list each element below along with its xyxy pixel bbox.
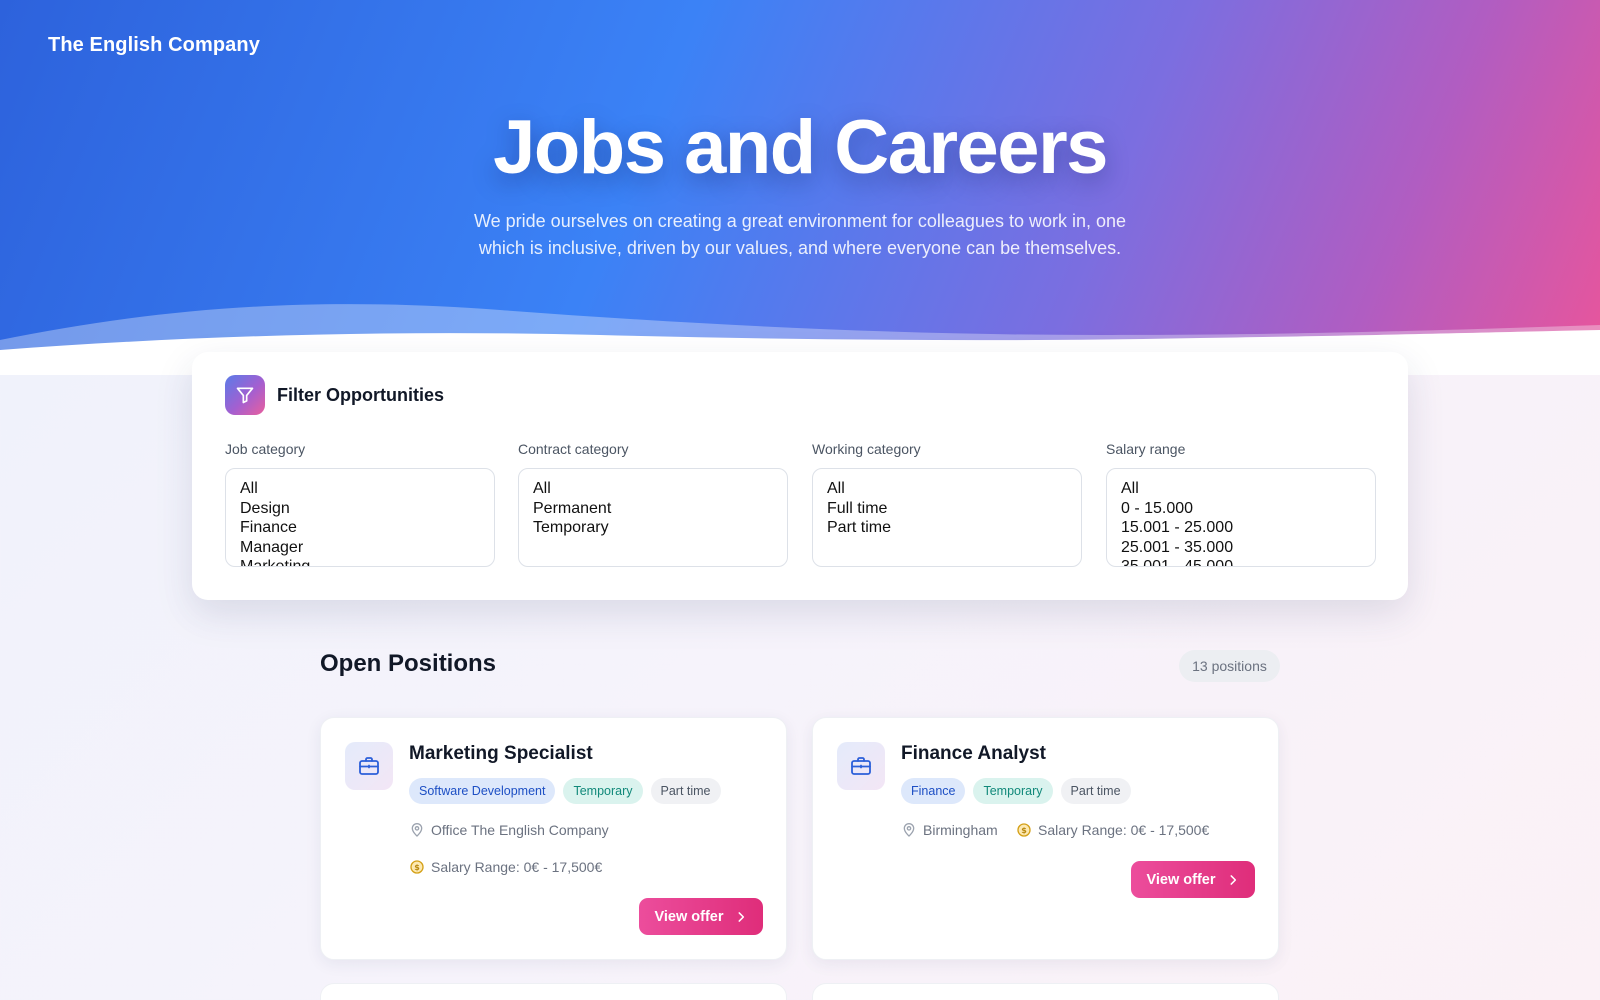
select-option[interactable]: Marketing — [240, 557, 480, 566]
select-option[interactable]: Manager — [240, 538, 480, 558]
job-category-select[interactable]: All Design Finance Manager Marketing — [225, 468, 495, 567]
select-option[interactable]: All — [240, 479, 480, 499]
location-pin-icon — [903, 823, 915, 837]
hero-banner: The English Company Jobs and Careers We … — [0, 0, 1600, 375]
working-time-tag: Part time — [650, 778, 721, 804]
salary-range-label: Salary range — [1106, 441, 1186, 457]
working-time-tag: Part time — [1060, 778, 1131, 804]
contract-tag: Temporary — [563, 778, 643, 804]
select-option[interactable]: 0 - 15.000 — [1121, 499, 1361, 519]
job-salary-text: Salary Range: 0€ - 17,500€ — [431, 859, 603, 875]
salary-coin-icon: $ — [1017, 823, 1031, 837]
select-option[interactable]: All — [1121, 479, 1361, 499]
view-offer-label: View offer — [1146, 871, 1216, 888]
brand-logo-text[interactable]: The English Company — [48, 34, 260, 57]
job-location: Office The English Company — [409, 822, 609, 838]
job-card[interactable]: Finance Analyst Finance Temporary Part t… — [812, 717, 1279, 960]
salary-coin-icon: $ — [410, 860, 424, 874]
select-option[interactable]: 35.001 - 45.000 — [1121, 557, 1361, 566]
job-title[interactable]: Marketing Specialist — [409, 743, 593, 765]
working-category-select[interactable]: All Full time Part time — [812, 468, 1082, 567]
open-positions-heading: Open Positions — [320, 650, 497, 677]
working-category-label: Working category — [812, 441, 921, 457]
contract-category-label: Contract category — [518, 441, 629, 457]
select-option[interactable]: Finance — [240, 518, 480, 538]
view-offer-label: View offer — [654, 908, 724, 925]
job-card-partial[interactable] — [812, 983, 1279, 1000]
briefcase-icon — [345, 742, 393, 790]
job-category-tag: Software Development — [409, 778, 556, 804]
job-tags: Finance Temporary Part time — [901, 778, 1131, 804]
select-option[interactable]: Temporary — [533, 518, 773, 538]
job-card-partial[interactable] — [320, 983, 787, 1000]
svg-text:$: $ — [1021, 826, 1027, 835]
working-category-filter: Working category All Full time Part time — [812, 441, 1082, 567]
select-option[interactable]: Full time — [827, 499, 1067, 519]
svg-text:$: $ — [414, 863, 420, 872]
job-category-filter: Job category All Design Finance Manager … — [225, 441, 495, 567]
select-option[interactable]: Design — [240, 499, 480, 519]
select-option[interactable]: Part time — [827, 518, 1067, 538]
filter-panel: Filter Opportunities Job category All De… — [192, 352, 1408, 600]
job-salary-text: Salary Range: 0€ - 17,500€ — [1038, 822, 1210, 838]
select-option[interactable]: Permanent — [533, 499, 773, 519]
job-card[interactable]: Marketing Specialist Software Developmen… — [320, 717, 787, 960]
select-option[interactable]: All — [827, 479, 1067, 499]
hero-title: Jobs and Careers — [493, 105, 1108, 190]
view-offer-button[interactable]: View offer — [1131, 861, 1255, 898]
select-option[interactable]: All — [533, 479, 773, 499]
job-salary: $ Salary Range: 0€ - 17,500€ — [1016, 822, 1209, 838]
location-pin-icon — [411, 823, 423, 837]
select-option[interactable]: 15.001 - 25.000 — [1121, 518, 1361, 538]
job-location: Birmingham — [901, 822, 998, 838]
job-category-label: Job category — [225, 441, 306, 457]
filter-title: Filter Opportunities — [277, 385, 445, 405]
job-title[interactable]: Finance Analyst — [901, 743, 1046, 765]
chevron-right-icon — [738, 911, 744, 922]
select-option[interactable]: 25.001 - 35.000 — [1121, 538, 1361, 558]
contract-category-select[interactable]: All Permanent Temporary — [518, 468, 788, 567]
positions-count-badge: 13 positions — [1179, 650, 1280, 682]
job-location-text: Office The English Company — [431, 822, 609, 838]
briefcase-icon — [837, 742, 885, 790]
salary-range-filter: Salary range All 0 - 15.000 15.001 - 25.… — [1106, 441, 1376, 567]
hero-subtitle: We pride ourselves on creating a great e… — [473, 211, 1127, 258]
contract-tag: Temporary — [973, 778, 1053, 804]
job-tags: Software Development Temporary Part time — [409, 778, 721, 804]
job-location-text: Birmingham — [923, 822, 998, 838]
view-offer-button[interactable]: View offer — [639, 898, 763, 935]
filter-icon — [225, 375, 265, 415]
job-salary: $ Salary Range: 0€ - 17,500€ — [409, 859, 602, 875]
contract-category-filter: Contract category All Permanent Temporar… — [518, 441, 788, 567]
salary-range-select[interactable]: All 0 - 15.000 15.001 - 25.000 25.001 - … — [1106, 468, 1376, 567]
chevron-right-icon — [1230, 874, 1236, 885]
job-category-tag: Finance — [901, 778, 966, 804]
